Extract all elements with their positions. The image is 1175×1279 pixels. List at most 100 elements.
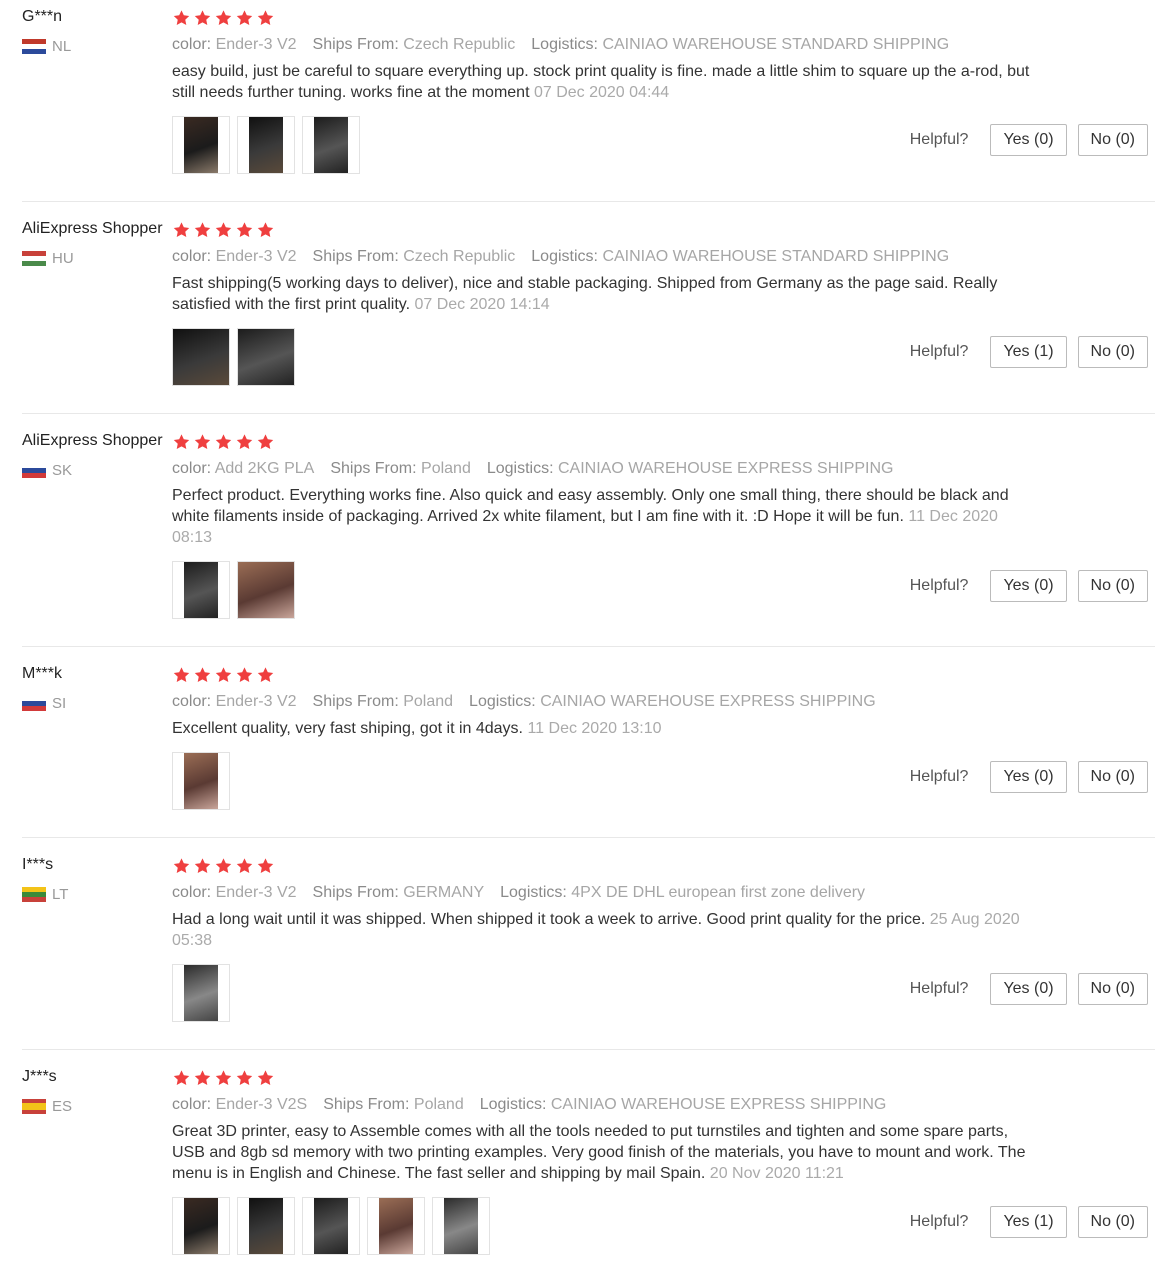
star-rating xyxy=(172,220,1042,240)
ships-from-label: Ships From: xyxy=(312,693,399,710)
star-icon xyxy=(236,667,253,683)
review-photo-thumbnail[interactable] xyxy=(367,1197,425,1255)
star-icon xyxy=(236,222,253,238)
ships-from-label: Ships From: xyxy=(312,248,399,265)
review-photo-thumbnail[interactable] xyxy=(172,561,230,619)
review-photo-thumbnail[interactable] xyxy=(172,116,230,174)
logistics-value: CAINIAO WAREHOUSE STANDARD SHIPPING xyxy=(602,36,950,53)
reviewer-info: J***s ES xyxy=(22,1068,167,1115)
helpful-votes: Helpful? Yes (1) No (0) xyxy=(910,336,1148,368)
photo-image xyxy=(184,117,218,173)
star-icon xyxy=(257,434,274,450)
helpful-no-button[interactable]: No (0) xyxy=(1077,1206,1148,1238)
review-date: 07 Dec 2020 14:14 xyxy=(414,296,550,313)
helpful-yes-button[interactable]: Yes (0) xyxy=(990,124,1067,156)
star-icon xyxy=(173,434,190,450)
helpful-no-button[interactable]: No (0) xyxy=(1077,336,1148,368)
helpful-yes-button[interactable]: Yes (1) xyxy=(990,336,1067,368)
reviewer-info: AliExpress Shopper SK xyxy=(22,432,167,479)
star-icon xyxy=(173,858,190,874)
photo-image xyxy=(184,1198,218,1254)
ships-from-value: GERMANY xyxy=(403,884,485,901)
review-photo-thumbnail[interactable] xyxy=(172,752,230,810)
review-divider xyxy=(22,1049,1155,1050)
review-photo-thumbnail[interactable] xyxy=(237,1197,295,1255)
star-icon xyxy=(257,1070,274,1086)
ships-from-value: Poland xyxy=(421,460,471,477)
star-icon xyxy=(257,222,274,238)
color-label: color: xyxy=(172,248,212,265)
photo-image xyxy=(184,562,218,618)
flag-lt-icon xyxy=(22,887,46,902)
flag-nl-icon xyxy=(22,39,46,54)
star-icon xyxy=(215,1070,232,1086)
color-label: color: xyxy=(172,693,212,710)
review-photo-thumbnail[interactable] xyxy=(302,116,360,174)
star-icon xyxy=(257,10,274,26)
helpful-label: Helpful? xyxy=(909,577,969,594)
flag-es-icon xyxy=(22,1099,46,1114)
logistics-value: 4PX DE DHL european first zone delivery xyxy=(571,884,866,901)
helpful-votes: Helpful? Yes (0) No (0) xyxy=(910,124,1148,156)
review-body: Had a long wait until it was shipped. Wh… xyxy=(172,911,926,928)
star-icon xyxy=(215,434,232,450)
star-rating xyxy=(172,856,1042,876)
review-item: G***n NL color: Ender-3 V2 Ships From: Czec… xyxy=(0,8,1175,208)
review-text: Great 3D printer, easy to Assemble comes… xyxy=(172,1121,1042,1184)
helpful-label: Helpful? xyxy=(909,131,969,148)
helpful-yes-button[interactable]: Yes (0) xyxy=(990,973,1067,1005)
photo-image xyxy=(314,1198,348,1254)
helpful-no-button[interactable]: No (0) xyxy=(1077,973,1148,1005)
star-rating xyxy=(172,8,1042,28)
review-photo-thumbnail[interactable] xyxy=(172,964,230,1022)
country-code: LT xyxy=(52,886,69,903)
helpful-no-button[interactable]: No (0) xyxy=(1077,124,1148,156)
reviewer-info: M***k SI xyxy=(22,665,167,712)
color-value: Ender-3 V2 xyxy=(215,36,297,53)
helpful-no-button[interactable]: No (0) xyxy=(1077,570,1148,602)
helpful-yes-button[interactable]: Yes (0) xyxy=(990,570,1067,602)
review-meta: color: Add 2KG PLA Ships From: Poland Logi… xyxy=(172,460,1042,478)
star-rating xyxy=(172,432,1042,452)
helpful-yes-button[interactable]: Yes (0) xyxy=(990,761,1067,793)
star-icon xyxy=(173,667,190,683)
review-photo-thumbnail[interactable] xyxy=(432,1197,490,1255)
photo-image xyxy=(184,753,218,809)
reviewer-name: I***s xyxy=(22,856,54,873)
logistics-label: Logistics: xyxy=(469,693,536,710)
helpful-votes: Helpful? Yes (0) No (0) xyxy=(910,973,1148,1005)
reviewer-name: AliExpress Shopper xyxy=(22,432,163,449)
photo-image xyxy=(444,1198,478,1254)
review-item: M***k SI color: Ender-3 V2 Ships From: Pola… xyxy=(0,665,1175,865)
helpful-yes-button[interactable]: Yes (1) xyxy=(990,1206,1067,1238)
logistics-label: Logistics: xyxy=(500,884,567,901)
star-rating xyxy=(172,1068,1042,1088)
country-code: SI xyxy=(52,695,67,712)
helpful-votes: Helpful? Yes (0) No (0) xyxy=(910,570,1148,602)
review-photo-thumbnail[interactable] xyxy=(237,328,295,386)
review-text: Fast shipping(5 working days to deliver)… xyxy=(172,273,1042,315)
logistics-value: CAINIAO WAREHOUSE STANDARD SHIPPING xyxy=(602,248,950,265)
ships-from-value: Poland xyxy=(413,1096,464,1113)
review-text: Had a long wait until it was shipped. Wh… xyxy=(172,909,1042,951)
review-photo-thumbnail[interactable] xyxy=(172,1197,230,1255)
review-body: Excellent quality, very fast shiping, go… xyxy=(172,720,523,737)
helpful-no-button[interactable]: No (0) xyxy=(1077,761,1148,793)
review-item: I***s LT color: Ender-3 V2 Ships From: GERM… xyxy=(0,856,1175,1056)
review-body: Great 3D printer, easy to Assemble comes… xyxy=(172,1123,1026,1182)
logistics-value: CAINIAO WAREHOUSE EXPRESS SHIPPING xyxy=(550,1096,887,1113)
review-photo-thumbnail[interactable] xyxy=(302,1197,360,1255)
review-photo-thumbnail[interactable] xyxy=(172,328,230,386)
color-value: Add 2KG PLA xyxy=(214,460,315,477)
flag-sk-icon xyxy=(22,463,46,478)
ships-from-label: Ships From: xyxy=(312,884,399,901)
review-divider xyxy=(22,201,1155,202)
star-icon xyxy=(257,858,274,874)
star-icon xyxy=(194,667,211,683)
star-icon xyxy=(173,1070,190,1086)
color-label: color: xyxy=(172,884,212,901)
review-photo-thumbnail[interactable] xyxy=(237,116,295,174)
ships-from-label: Ships From: xyxy=(323,1096,410,1113)
review-body: Perfect product. Everything works fine. … xyxy=(172,487,1009,525)
review-photo-thumbnail[interactable] xyxy=(237,561,295,619)
